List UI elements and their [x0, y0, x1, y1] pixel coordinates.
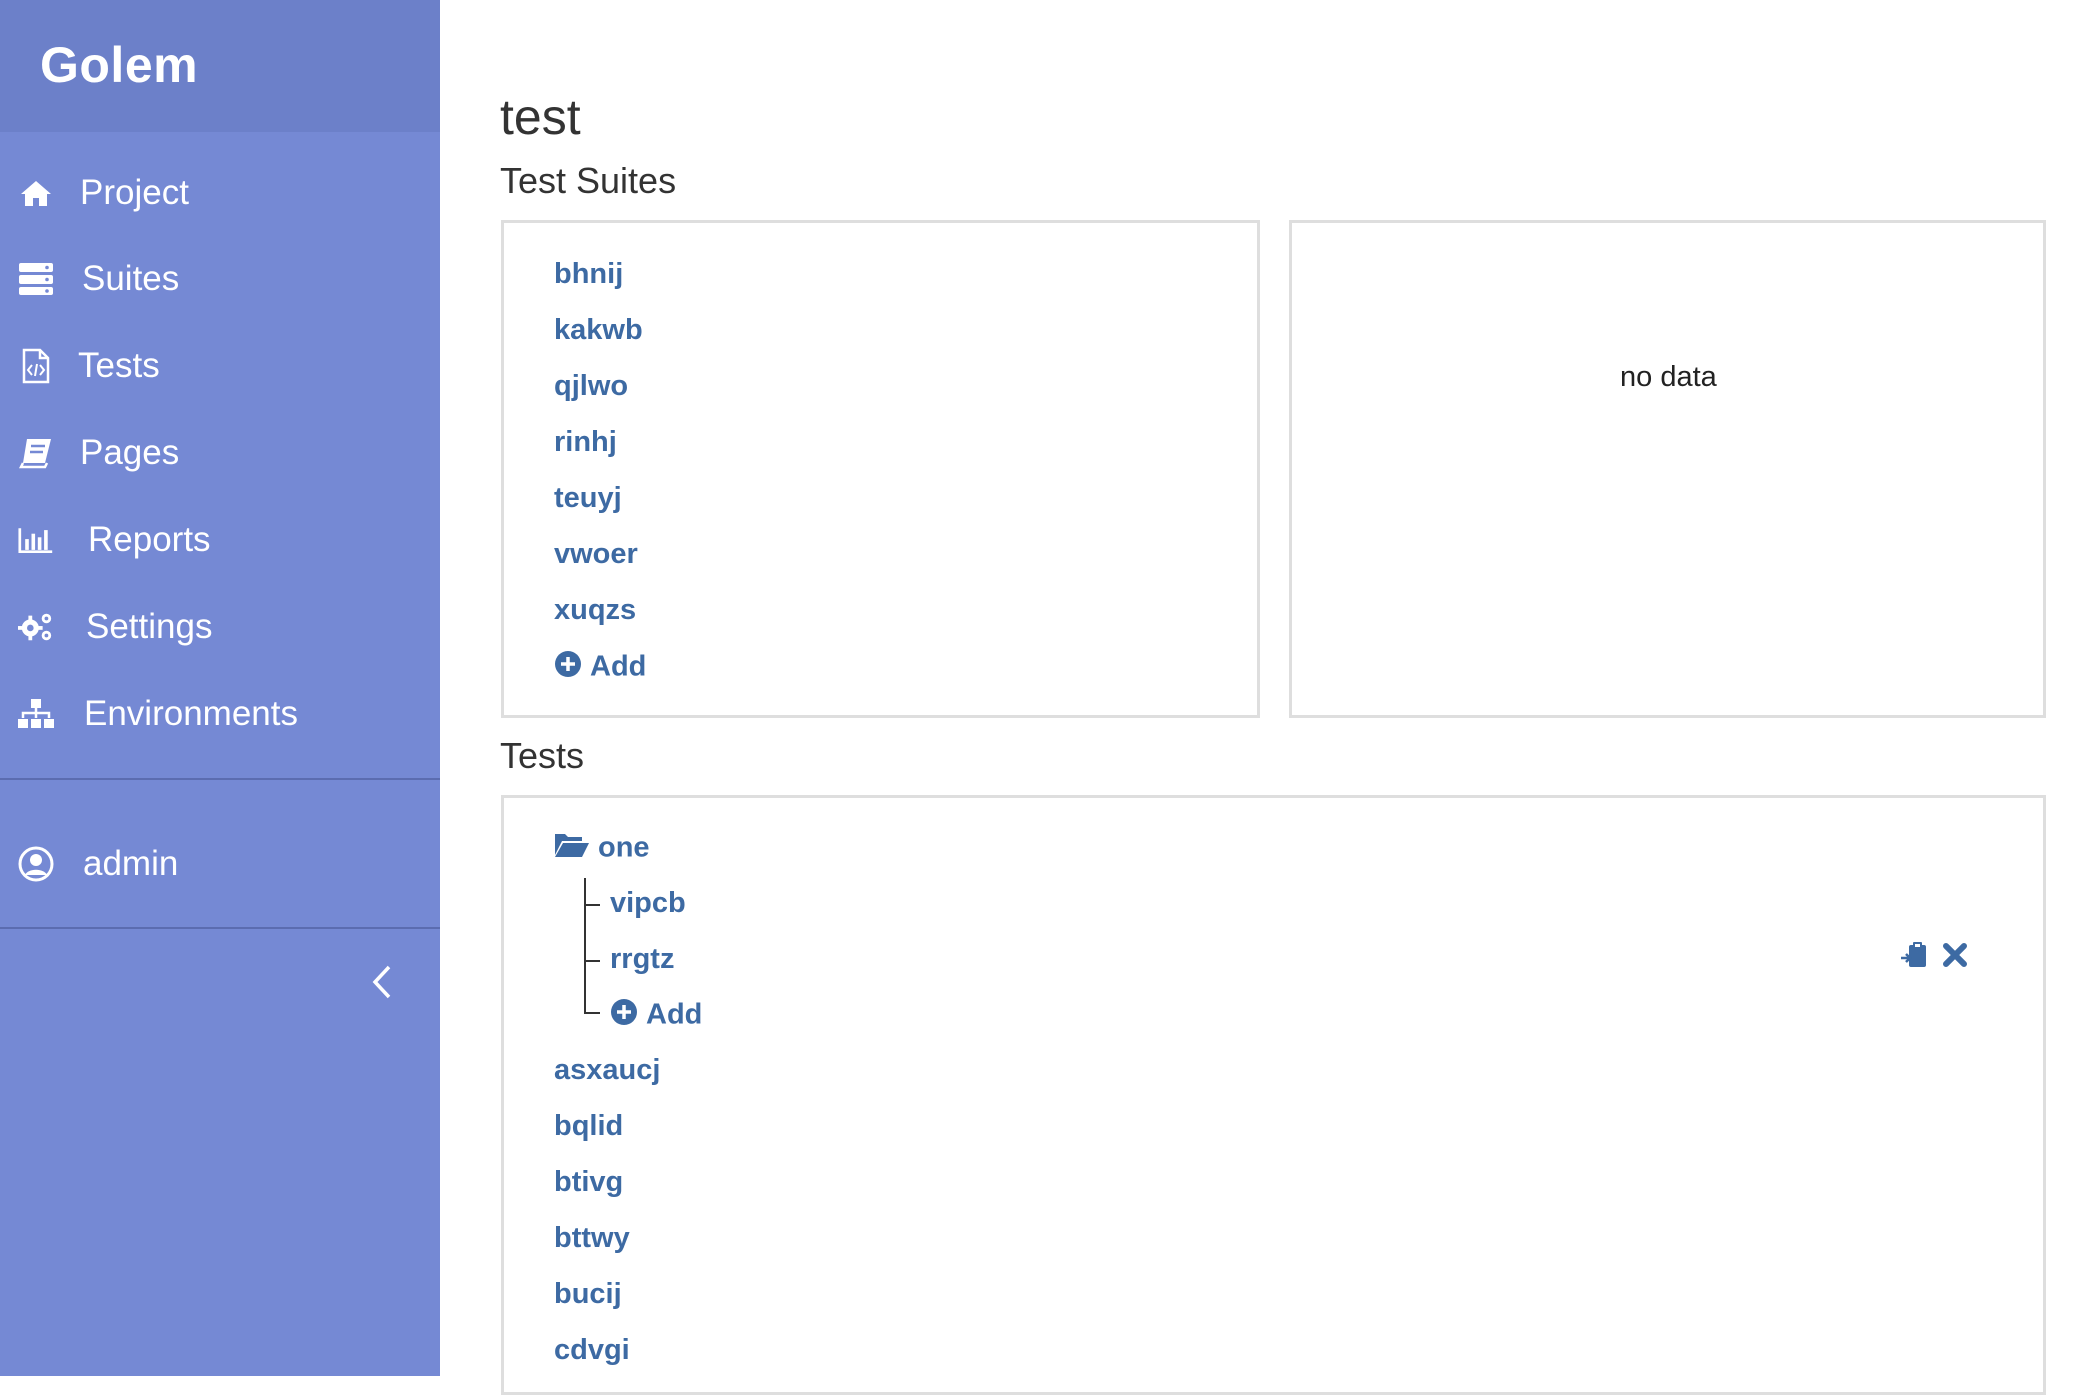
sidebar-item-label: Project [80, 173, 189, 212]
sidebar-item-tests[interactable]: Tests [0, 331, 440, 401]
sidebar: Golem Project Suites Tests Pages Reports… [0, 0, 440, 1376]
add-label: Add [590, 650, 647, 683]
chevron-left-icon [370, 964, 394, 1005]
test-item[interactable]: bqlid [554, 1110, 623, 1143]
collapse-sidebar-button[interactable] [360, 962, 404, 1006]
sidebar-item-label: Pages [80, 433, 180, 472]
bar-chart-icon [18, 522, 54, 558]
test-item[interactable]: btivg [554, 1166, 623, 1199]
code-file-icon [18, 348, 54, 384]
home-icon [18, 175, 54, 211]
sidebar-item-suites[interactable]: Suites [0, 244, 440, 314]
page-title: test [500, 89, 581, 145]
tree-branch-line [584, 1012, 600, 1014]
delete-test-button[interactable] [1940, 942, 1970, 972]
sidebar-item-user[interactable]: admin [0, 829, 440, 899]
suite-item[interactable]: qjlwo [554, 370, 628, 403]
sidebar-divider [0, 778, 440, 780]
suite-item[interactable]: bhnij [554, 258, 623, 291]
sitemap-icon [18, 696, 54, 732]
test-item[interactable]: bucij [554, 1278, 622, 1311]
gears-icon [18, 609, 54, 645]
sidebar-item-environments[interactable]: Environments [0, 679, 440, 749]
folder-one[interactable]: one [554, 831, 650, 867]
server-icon [18, 261, 54, 297]
test-item[interactable]: asxaucj [554, 1054, 660, 1087]
sidebar-item-label: Tests [78, 346, 160, 385]
suite-item[interactable]: kakwb [554, 314, 643, 347]
sidebar-item-label: Settings [86, 607, 213, 646]
add-label: Add [646, 998, 703, 1031]
sidebar-item-label: Reports [88, 520, 211, 559]
sidebar-item-label: Suites [82, 259, 180, 298]
user-circle-icon [18, 846, 54, 882]
folder-name: one [598, 831, 650, 864]
brand-header[interactable]: Golem [0, 0, 440, 132]
book-icon [18, 435, 54, 471]
sidebar-divider [0, 927, 440, 929]
test-row-actions [1900, 940, 1970, 975]
suites-list-panel: bhnij kakwb qjlwo rinhj teuyj vwoer xuqz… [501, 220, 1260, 718]
tree-branch-line [584, 960, 600, 962]
sidebar-item-label: Environments [84, 694, 298, 733]
suite-item[interactable]: xuqzs [554, 594, 636, 627]
tests-heading: Tests [500, 735, 585, 776]
suite-item[interactable]: teuyj [554, 482, 622, 515]
duplicate-test-button[interactable] [1900, 940, 1930, 975]
add-suite-button[interactable]: Add [554, 650, 646, 686]
suite-item[interactable]: vwoer [554, 538, 638, 571]
no-data-text: no data [1620, 361, 1717, 393]
tree-branch-line [584, 904, 600, 906]
add-test-button[interactable]: Add [610, 998, 702, 1034]
sidebar-item-project[interactable]: Project [0, 158, 440, 228]
suite-item[interactable]: rinhj [554, 426, 617, 459]
test-item[interactable]: cdvgi [554, 1334, 630, 1367]
test-suites-heading: Test Suites [500, 160, 677, 201]
test-item[interactable]: bttwy [554, 1222, 630, 1255]
user-name: admin [83, 844, 179, 883]
folder-open-icon [554, 831, 590, 867]
test-item[interactable]: vipcb [610, 887, 686, 920]
plus-circle-icon [610, 998, 638, 1034]
app-name[interactable]: Golem [40, 36, 198, 94]
test-item[interactable]: rrgtz [610, 943, 674, 976]
sidebar-item-settings[interactable]: Settings [0, 592, 440, 662]
tree-branch-line [584, 878, 586, 1013]
sidebar-item-pages[interactable]: Pages [0, 418, 440, 488]
tests-tree-panel: one vipcb rrgtz Add asxaucj bqlid btivg … [501, 795, 2046, 1395]
plus-circle-icon [554, 650, 582, 686]
close-icon [1942, 942, 1968, 973]
sidebar-item-reports[interactable]: Reports [0, 505, 440, 575]
paste-icon [1900, 940, 1930, 975]
suite-detail-panel: no data [1289, 220, 2046, 718]
